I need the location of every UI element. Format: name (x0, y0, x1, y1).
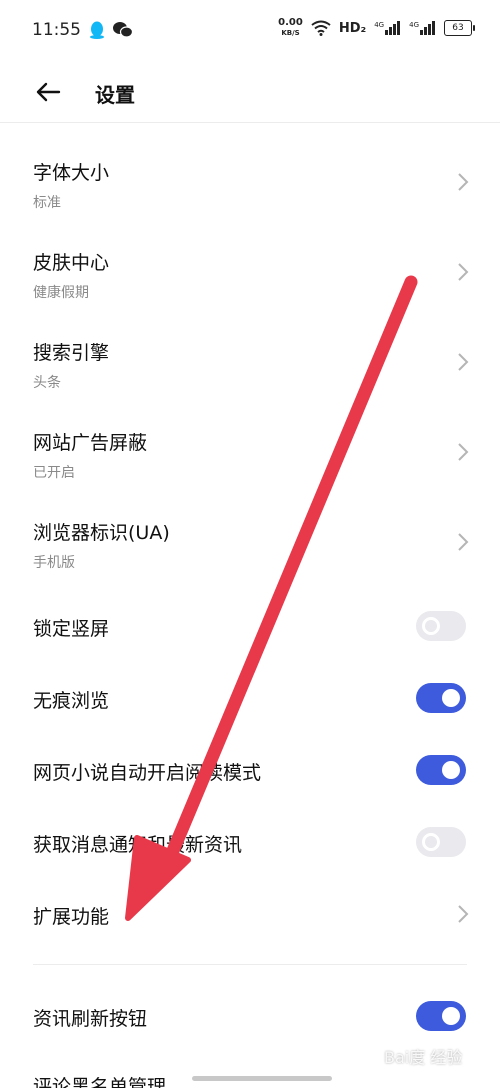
wifi-icon (311, 20, 331, 36)
chevron-right-icon (458, 353, 469, 371)
setting-lock-portrait: 锁定竖屏 (0, 574, 500, 646)
chevron-right-icon (458, 905, 469, 923)
toggle-knob (422, 833, 440, 851)
setting-incognito: 无痕浏览 (0, 646, 500, 718)
notifications-toggle[interactable] (416, 827, 466, 857)
setting-skin-center[interactable]: 皮肤中心 健康假期 (0, 214, 500, 304)
chevron-right-icon (458, 263, 469, 281)
setting-novel-reading-mode: 网页小说自动开启阅读模式 (0, 718, 500, 790)
net-speed: 0.00 KB/S (278, 18, 303, 38)
watermark: Bai度 经验 (384, 1048, 463, 1067)
setting-label: 锁定竖屏 (33, 618, 110, 640)
net-speed-unit: KB/S (281, 29, 300, 37)
setting-label: 资讯刷新按钮 (33, 1008, 148, 1030)
toggle-knob (442, 761, 460, 779)
chevron-right-icon (458, 533, 469, 551)
setting-label: 扩展功能 (33, 906, 110, 928)
status-bar: 11:55 0.00 KB/S HD₂ 4G 4G 63 (0, 0, 500, 62)
status-time: 11:55 (32, 20, 81, 40)
novel-reading-mode-toggle[interactable] (416, 755, 466, 785)
setting-label: 网站广告屏蔽 (33, 432, 148, 454)
battery-level: 63 (452, 23, 464, 33)
arrow-left-icon (36, 82, 61, 102)
setting-notifications: 获取消息通知和最新资讯 (0, 790, 500, 862)
toggle-knob (422, 617, 440, 635)
signal-2-label: 4G (409, 21, 419, 29)
setting-label: 皮肤中心 (33, 252, 110, 274)
setting-label: 网页小说自动开启阅读模式 (33, 762, 262, 784)
signal-1: 4G (374, 21, 401, 35)
status-indicators: 0.00 KB/S HD₂ 4G 4G 63 (278, 18, 475, 38)
signal-1-label: 4G (374, 21, 385, 29)
setting-value: 已开启 (33, 465, 75, 481)
app-header: 设置 (0, 62, 500, 123)
incognito-toggle[interactable] (416, 683, 466, 713)
net-speed-value: 0.00 (278, 17, 303, 28)
lock-portrait-toggle[interactable] (416, 611, 466, 641)
qq-icon (90, 21, 104, 39)
battery-icon: 63 (444, 20, 475, 36)
home-indicator[interactable] (192, 1076, 332, 1081)
setting-label: 评论黑名单管理 (33, 1076, 167, 1088)
chevron-right-icon (458, 443, 469, 461)
toggle-knob (442, 689, 460, 707)
setting-value: 标准 (33, 195, 61, 211)
setting-extensions[interactable]: 扩展功能 (0, 862, 500, 952)
wechat-icon (113, 22, 134, 38)
page-title: 设置 (95, 83, 135, 107)
setting-font-size[interactable]: 字体大小 标准 (0, 124, 500, 214)
signal-2: 4G (409, 21, 436, 35)
setting-value: 头条 (33, 375, 61, 391)
setting-ad-block[interactable]: 网站广告屏蔽 已开启 (0, 394, 500, 484)
setting-label: 字体大小 (33, 162, 110, 184)
setting-value: 健康假期 (33, 285, 89, 301)
setting-user-agent[interactable]: 浏览器标识(UA) 手机版 (0, 484, 500, 574)
refresh-button-toggle[interactable] (416, 1001, 466, 1031)
back-button[interactable] (28, 74, 68, 110)
signal-icon (420, 21, 435, 35)
chevron-right-icon (458, 173, 469, 191)
setting-refresh-button: 资讯刷新按钮 (0, 966, 500, 1038)
toggle-knob (442, 1007, 460, 1025)
setting-label: 浏览器标识(UA) (33, 522, 170, 544)
section-divider (33, 964, 467, 965)
setting-label: 无痕浏览 (33, 690, 110, 712)
setting-search-engine[interactable]: 搜索引擎 头条 (0, 304, 500, 394)
setting-value: 手机版 (33, 555, 75, 571)
hd-label: HD₂ (338, 20, 367, 36)
setting-label: 获取消息通知和最新资讯 (33, 834, 243, 856)
signal-icon (385, 21, 401, 35)
setting-label: 搜索引擎 (33, 342, 110, 364)
notification-icons (88, 20, 134, 40)
